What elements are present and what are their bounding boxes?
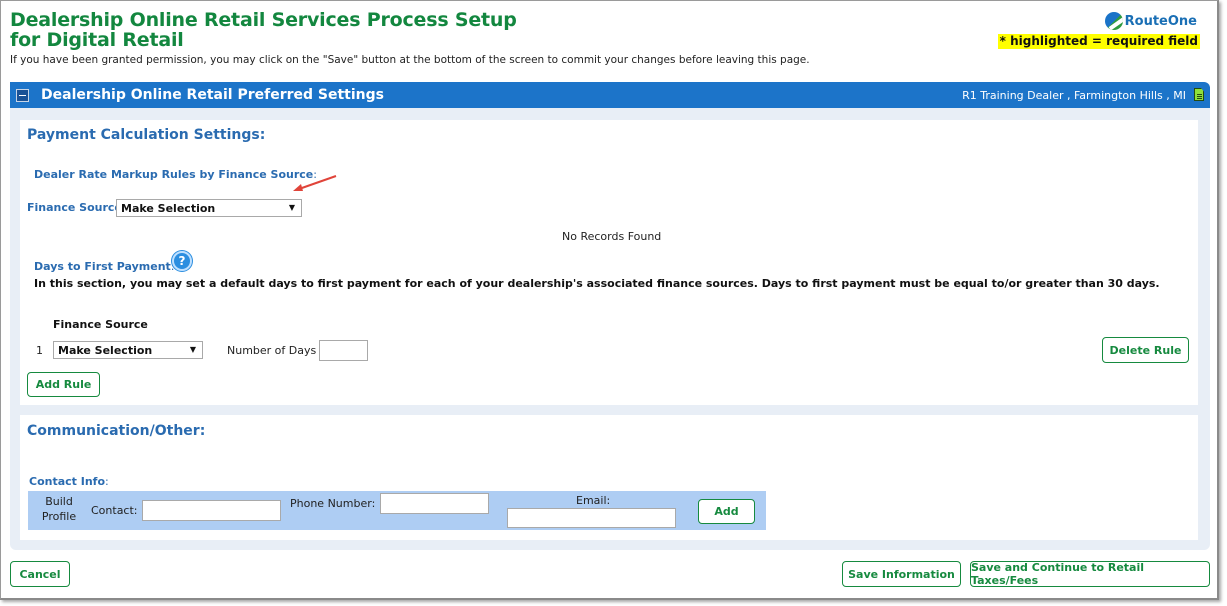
add-rule-button[interactable]: Add Rule	[27, 372, 100, 397]
build-profile-label: Build Profile	[41, 495, 77, 523]
dropdown-caret-icon: ▼	[189, 345, 196, 354]
routeone-logo: RouteOne	[1104, 12, 1197, 30]
panel-title: Dealership Online Retail Preferred Setti…	[41, 87, 384, 103]
red-arrow-annotation	[293, 175, 337, 191]
minus-square-icon[interactable]	[16, 88, 29, 102]
rule-finance-source-value: Make Selection	[58, 343, 153, 357]
contact-info-heading: Contact Info:	[29, 475, 109, 488]
communication-section: Communication/Other: Contact Info: Build…	[20, 415, 1198, 540]
rules-column-header: Finance Source	[53, 318, 148, 331]
help-icon[interactable]: ?	[172, 251, 192, 271]
rule-finance-source-select[interactable]: Make Selection ▼	[53, 341, 203, 359]
section-title-communication: Communication/Other:	[27, 423, 206, 439]
required-field-note: * highlighted = required field	[997, 34, 1200, 49]
preferred-settings-panel: Dealership Online Retail Preferred Setti…	[10, 82, 1210, 550]
add-contact-button[interactable]: Add	[698, 499, 755, 524]
contact-info-heading-text: Contact Info	[29, 475, 106, 488]
finance-source-select[interactable]: Make Selection ▼	[116, 199, 302, 217]
section-title-payment: Payment Calculation Settings:	[27, 127, 266, 143]
document-icon[interactable]	[1194, 88, 1204, 101]
finance-source-select-value: Make Selection	[121, 201, 216, 215]
days-heading-text: Days to First Payment	[34, 260, 171, 273]
days-to-first-payment-heading: Days to First Payment:	[34, 260, 175, 273]
delete-rule-button[interactable]: Delete Rule	[1102, 337, 1189, 363]
page-title: Dealership Online Retail Services Proces…	[10, 9, 517, 51]
markup-rules-heading: Dealer Rate Markup Rules by Finance Sour…	[34, 168, 317, 181]
phone-number-label: Phone Number:	[290, 497, 376, 510]
contact-input[interactable]	[142, 500, 281, 521]
rule-index: 1	[36, 344, 43, 357]
email-input[interactable]	[507, 508, 676, 528]
page-frame: Dealership Online Retail Services Proces…	[0, 0, 1219, 600]
cancel-button[interactable]: Cancel	[10, 561, 70, 587]
dealer-info: R1 Training Dealer , Farmington Hills , …	[962, 89, 1186, 102]
markup-rules-heading-text: Dealer Rate Markup Rules by Finance Sour…	[34, 168, 314, 181]
panel-header: Dealership Online Retail Preferred Setti…	[10, 82, 1210, 108]
routeone-logo-icon	[1104, 12, 1123, 30]
contact-info-bar: Build Profile Contact: Phone Number: Ema…	[28, 491, 766, 530]
contact-label: Contact:	[91, 504, 138, 517]
logo-text: RouteOne	[1124, 13, 1197, 29]
finance-source-label: Finance Source:	[27, 201, 127, 214]
save-information-button[interactable]: Save Information	[842, 561, 961, 587]
no-records-text: No Records Found	[562, 230, 662, 243]
intro-text: If you have been granted permission, you…	[10, 54, 810, 66]
phone-number-input[interactable]	[380, 493, 489, 514]
dropdown-caret-icon: ▼	[288, 203, 295, 212]
save-and-continue-button[interactable]: Save and Continue to Retail Taxes/Fees	[970, 561, 1210, 587]
email-label: Email:	[576, 494, 611, 507]
number-of-days-input[interactable]	[319, 340, 368, 361]
payment-calculation-section: Payment Calculation Settings: Dealer Rat…	[20, 120, 1198, 405]
number-of-days-label: Number of Days	[227, 344, 317, 357]
days-description: In this section, you may set a default d…	[34, 277, 1160, 290]
